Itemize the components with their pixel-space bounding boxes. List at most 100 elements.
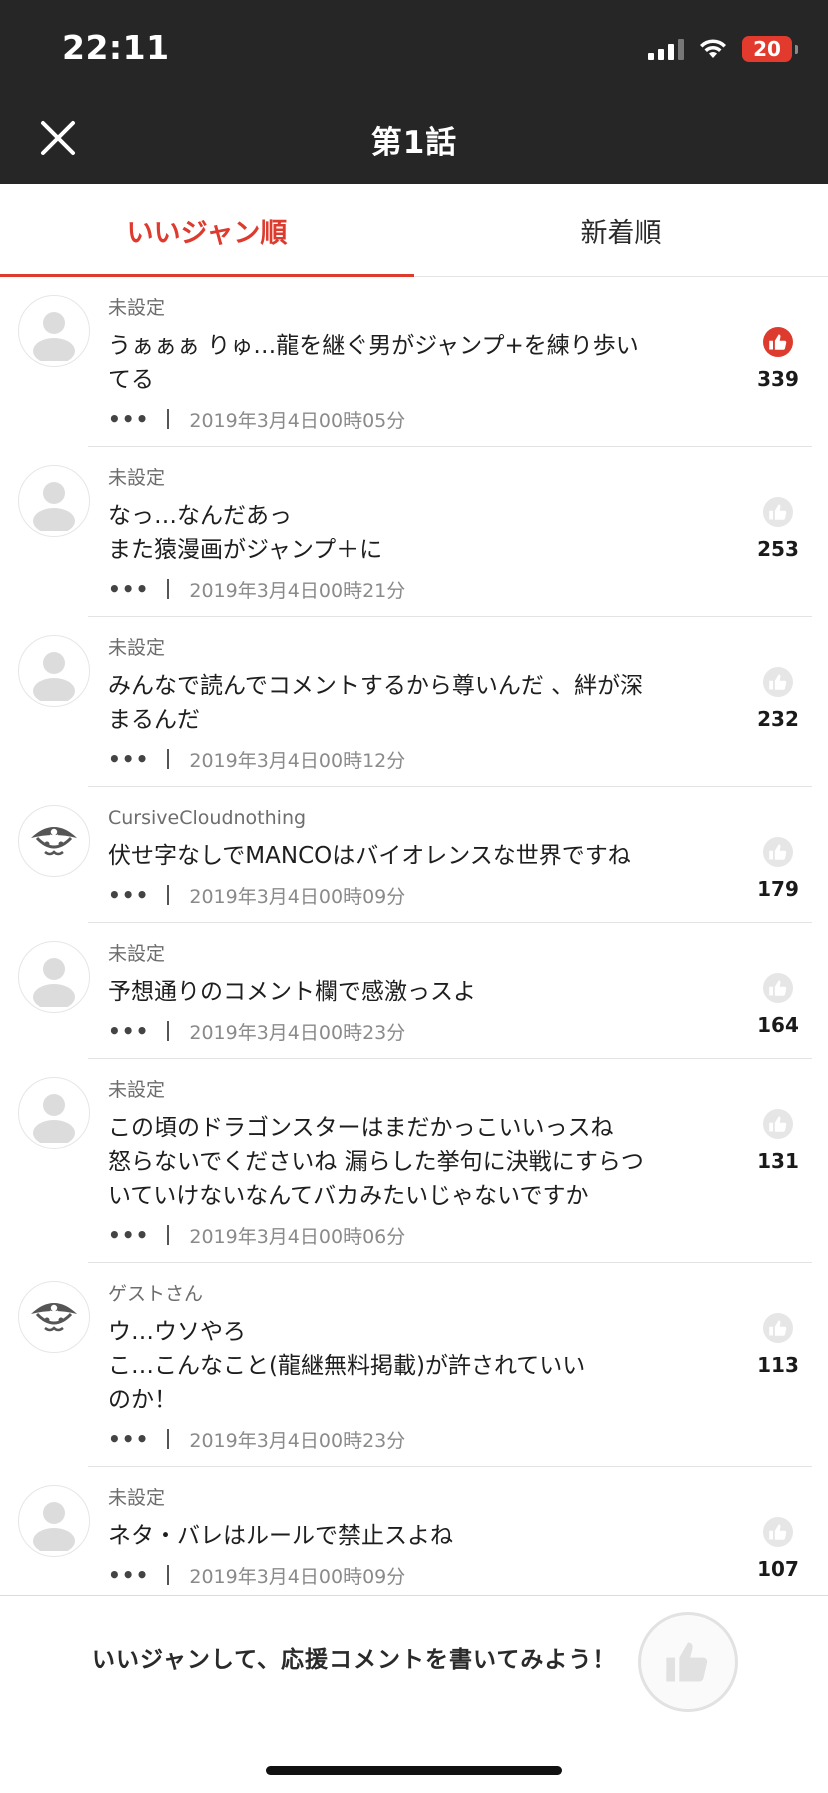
comment-date: 2019年3月4日00時06分 bbox=[189, 1225, 406, 1248]
comment-date: 2019年3月4日00時23分 bbox=[189, 1429, 406, 1452]
like-count: 131 bbox=[757, 1149, 799, 1173]
more-options-icon[interactable]: ••• bbox=[108, 407, 149, 431]
like-button[interactable]: 107 bbox=[728, 1485, 828, 1589]
thumbs-up-icon bbox=[763, 1109, 793, 1139]
comment-date: 2019年3月4日00時21分 bbox=[189, 579, 406, 602]
comment-body: 未設定 ネタ・バレはルールで禁止スよね ••• 2019年3月4日00時09分 bbox=[108, 1485, 728, 1589]
default-avatar-icon bbox=[33, 958, 75, 1007]
comment-item: 未設定 なっ…なんだあっ また猿漫画がジャンプ＋に ••• 2019年3月4日0… bbox=[0, 447, 828, 617]
like-count: 113 bbox=[757, 1353, 799, 1377]
comment-list[interactable]: 未設定 うぁぁぁ りゅ…龍を継ぐ男がジャンプ+を練り歩い てる ••• 2019… bbox=[0, 277, 828, 1595]
like-button[interactable]: 232 bbox=[728, 635, 828, 773]
comment-username[interactable]: 未設定 bbox=[108, 1077, 720, 1103]
comment-text: みんなで読んでコメントするから尊いんだ 、絆が深 まるんだ bbox=[108, 673, 644, 733]
comment-meta: ••• 2019年3月4日00時06分 bbox=[108, 1221, 720, 1249]
comment-username[interactable]: 未設定 bbox=[108, 1485, 720, 1511]
like-episode-button[interactable] bbox=[638, 1612, 738, 1712]
default-avatar-icon bbox=[33, 1094, 75, 1143]
comment-date: 2019年3月4日00時09分 bbox=[189, 1565, 406, 1588]
comment-meta: ••• 2019年3月4日00時09分 bbox=[108, 881, 720, 909]
comment-item: 未設定 ネタ・バレはルールで禁止スよね ••• 2019年3月4日00時09分 … bbox=[0, 1467, 828, 1595]
comment-date: 2019年3月4日00時09分 bbox=[189, 885, 406, 908]
comment-meta: ••• 2019年3月4日00時23分 bbox=[108, 1017, 720, 1045]
comment-username[interactable]: CursiveCloudnothing bbox=[108, 805, 720, 831]
comment-text: ウ…ウソやろ こ…こんなこと(龍継無料掲載)が許されていい のか！ bbox=[108, 1319, 586, 1413]
like-button[interactable]: 113 bbox=[728, 1281, 828, 1453]
comment-username[interactable]: 未設定 bbox=[108, 941, 720, 967]
tab-popular[interactable]: いいジャン順 bbox=[0, 184, 414, 277]
battery-icon: 20 bbox=[742, 36, 798, 62]
thumbs-up-icon bbox=[763, 497, 793, 527]
sort-tabs: いいジャン順 新着順 bbox=[0, 184, 828, 277]
comment-meta: ••• 2019年3月4日00時05分 bbox=[108, 405, 720, 433]
comment-body: 未設定 なっ…なんだあっ また猿漫画がジャンプ＋に ••• 2019年3月4日0… bbox=[108, 465, 728, 603]
comment-body: 未設定 みんなで読んでコメントするから尊いんだ 、絆が深 まるんだ ••• 20… bbox=[108, 635, 728, 773]
default-avatar-icon bbox=[33, 482, 75, 531]
page-title: 第1話 bbox=[370, 125, 458, 161]
comment-body: ゲストさん ウ…ウソやろ こ…こんなこと(龍継無料掲載)が許されていい のか！ … bbox=[108, 1281, 728, 1453]
meta-divider bbox=[167, 1565, 170, 1585]
meta-divider bbox=[167, 749, 170, 769]
more-options-icon[interactable]: ••• bbox=[108, 747, 149, 771]
thumbs-up-icon bbox=[666, 1642, 708, 1682]
like-count: 253 bbox=[757, 537, 799, 561]
comment-text: ネタ・バレはルールで禁止スよね bbox=[108, 1523, 453, 1549]
comment-text: この頃のドラゴンスターはまだかっこいいっスね 怒らないでくださいね 漏らした挙句… bbox=[108, 1115, 644, 1209]
meta-divider bbox=[167, 409, 170, 429]
status-icons: 20 bbox=[648, 34, 798, 64]
comment-username[interactable]: ゲストさん bbox=[108, 1281, 720, 1307]
comment-item: 未設定 みんなで読んでコメントするから尊いんだ 、絆が深 まるんだ ••• 20… bbox=[0, 617, 828, 787]
like-button[interactable]: 339 bbox=[728, 295, 828, 433]
like-count: 179 bbox=[757, 877, 799, 901]
avatar[interactable] bbox=[18, 941, 90, 1013]
like-count: 232 bbox=[757, 707, 799, 731]
wifi-icon bbox=[700, 39, 726, 58]
more-options-icon[interactable]: ••• bbox=[108, 577, 149, 601]
like-count: 107 bbox=[757, 1557, 799, 1581]
avatar[interactable] bbox=[18, 465, 90, 537]
comment-text: 伏せ字なしでMANCOはバイオレンスな世界ですね bbox=[108, 843, 631, 869]
comment-username[interactable]: 未設定 bbox=[108, 465, 720, 491]
more-options-icon[interactable]: ••• bbox=[108, 1427, 149, 1451]
more-options-icon[interactable]: ••• bbox=[108, 1223, 149, 1247]
avatar[interactable] bbox=[18, 635, 90, 707]
meta-divider bbox=[167, 1429, 170, 1449]
battery-level: 20 bbox=[753, 37, 781, 61]
meta-divider bbox=[167, 1225, 170, 1245]
like-button[interactable]: 131 bbox=[728, 1077, 828, 1249]
more-options-icon[interactable]: ••• bbox=[108, 1019, 149, 1043]
header-bar: 22:11 20 第1話 bbox=[0, 0, 828, 184]
avatar[interactable] bbox=[18, 1281, 90, 1353]
thumbs-up-icon bbox=[763, 1313, 793, 1343]
comment-prompt-text: いいジャンして、応援コメントを書いてみよう！ bbox=[92, 1647, 617, 1673]
comment-date: 2019年3月4日00時12分 bbox=[189, 749, 406, 772]
comment-meta: ••• 2019年3月4日00時21分 bbox=[108, 575, 720, 603]
avatar[interactable] bbox=[18, 295, 90, 367]
comment-username[interactable]: 未設定 bbox=[108, 295, 720, 321]
tab-newest[interactable]: 新着順 bbox=[414, 184, 828, 276]
more-options-icon[interactable]: ••• bbox=[108, 1563, 149, 1587]
status-time: 22:11 bbox=[62, 28, 170, 67]
more-options-icon[interactable]: ••• bbox=[108, 883, 149, 907]
comment-body: 未設定 この頃のドラゴンスターはまだかっこいいっスね 怒らないでくださいね 漏ら… bbox=[108, 1077, 728, 1249]
comment-body: 未設定 予想通りのコメント欄で感激っスよ ••• 2019年3月4日00時23分 bbox=[108, 941, 728, 1045]
avatar[interactable] bbox=[18, 1485, 90, 1557]
comment-username[interactable]: 未設定 bbox=[108, 635, 720, 661]
pirate-avatar-icon bbox=[31, 827, 77, 856]
like-button[interactable]: 164 bbox=[728, 941, 828, 1045]
avatar[interactable] bbox=[18, 1077, 90, 1149]
comment-item: CursiveCloudnothing 伏せ字なしでMANCOはバイオレンスな世… bbox=[0, 787, 828, 923]
comment-item: 未設定 うぁぁぁ りゅ…龍を継ぐ男がジャンプ+を練り歩い てる ••• 2019… bbox=[0, 277, 828, 447]
thumbs-up-icon bbox=[763, 1517, 793, 1547]
like-button[interactable]: 179 bbox=[728, 805, 828, 909]
comment-body: CursiveCloudnothing 伏せ字なしでMANCOはバイオレンスな世… bbox=[108, 805, 728, 909]
like-button[interactable]: 253 bbox=[728, 465, 828, 603]
comment-item: ゲストさん ウ…ウソやろ こ…こんなこと(龍継無料掲載)が許されていい のか！ … bbox=[0, 1263, 828, 1467]
avatar[interactable] bbox=[18, 805, 90, 877]
comment-meta: ••• 2019年3月4日00時12分 bbox=[108, 745, 720, 773]
comment-prompt-bar: いいジャンして、応援コメントを書いてみよう！ bbox=[0, 1595, 828, 1793]
thumbs-up-icon bbox=[763, 667, 793, 697]
thumbs-up-icon bbox=[763, 837, 793, 867]
comment-text: なっ…なんだあっ また猿漫画がジャンプ＋に bbox=[108, 503, 383, 563]
pirate-avatar-icon bbox=[31, 1303, 77, 1332]
